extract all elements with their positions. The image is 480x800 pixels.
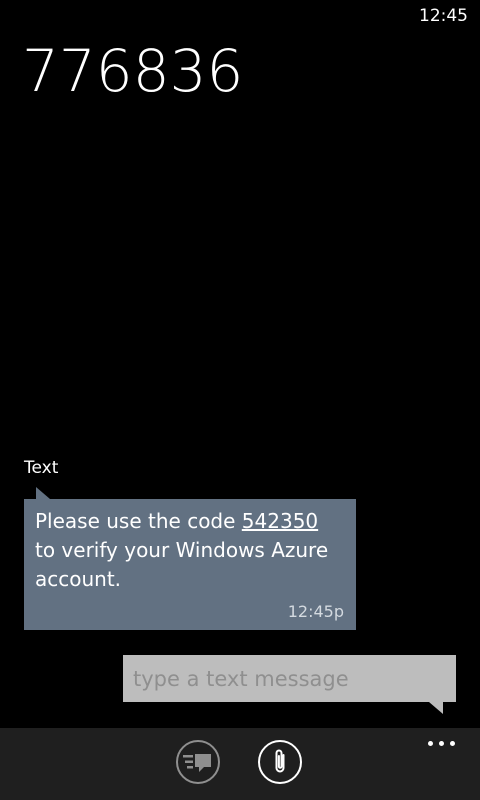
switch-conversation-icon xyxy=(183,754,211,772)
more-icon xyxy=(450,741,455,746)
attach-button[interactable] xyxy=(258,740,302,784)
more-icon xyxy=(428,741,433,746)
incoming-message-bubble[interactable]: Please use the code 542350 to verify you… xyxy=(24,499,356,630)
more-options-button[interactable] xyxy=(428,734,456,754)
status-time: 12:45 xyxy=(419,6,468,26)
incoming-bubble-tail xyxy=(36,487,50,499)
message-text: Please use the code 542350 to verify you… xyxy=(35,507,344,594)
message-text-after: to verify your Windows Azure account. xyxy=(35,538,329,591)
message-timestamp: 12:45p xyxy=(287,602,344,621)
switch-conversation-button[interactable] xyxy=(176,740,220,784)
attach-icon xyxy=(275,749,285,773)
message-type-label: Text xyxy=(24,458,59,478)
more-icon xyxy=(439,741,444,746)
message-input[interactable] xyxy=(133,655,446,702)
thread-title: 776836 xyxy=(22,37,244,105)
verification-code-link[interactable]: 542350 xyxy=(242,509,318,533)
compose-box[interactable] xyxy=(123,655,456,702)
compose-box-tail xyxy=(429,702,443,714)
message-text-before: Please use the code xyxy=(35,509,242,533)
app-bar xyxy=(0,728,480,800)
